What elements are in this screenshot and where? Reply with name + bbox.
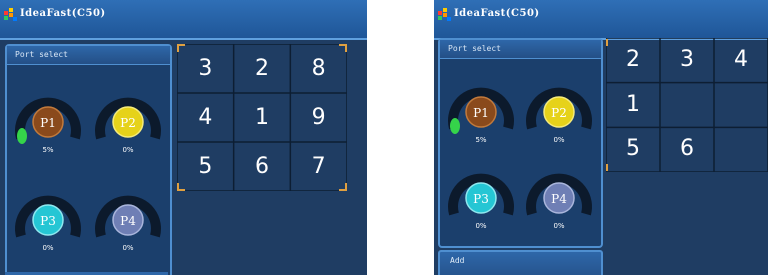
grid-cell[interactable] — [660, 83, 714, 128]
grid-cell[interactable]: 6 — [234, 142, 291, 191]
grid-cell[interactable]: 3 — [177, 44, 234, 93]
grid-cell[interactable]: 2 — [234, 44, 291, 93]
port-gauge-icon: P1 — [15, 97, 81, 144]
grid-cell[interactable]: 8 — [290, 44, 347, 93]
panel-title: Port select — [7, 46, 170, 65]
panel-title: Port select — [440, 40, 601, 59]
port-p1[interactable]: P1 5% — [446, 66, 516, 144]
grid-cell[interactable]: 1 — [234, 93, 291, 142]
window-title: IdeaFast(C50) — [20, 8, 106, 19]
sequence-grid: 234 156 — [606, 38, 768, 172]
port-gauge-icon: P3 — [448, 173, 514, 216]
grid-cell[interactable]: 3 — [660, 38, 714, 83]
svg-text:P1: P1 — [40, 116, 56, 130]
app-logo-icon — [438, 8, 451, 21]
port-gauge-icon: P4 — [95, 195, 161, 238]
port-gauge-icon: P4 — [526, 173, 592, 216]
grid-cell[interactable]: 2 — [606, 38, 660, 83]
port-percent: 0% — [475, 222, 487, 230]
app-logo-icon — [4, 8, 17, 21]
port-p2[interactable]: P2 0% — [93, 76, 163, 154]
sequence-grid: 328 419 567 — [177, 44, 347, 191]
port-percent: 0% — [122, 146, 134, 154]
port-p1[interactable]: P1 5% — [13, 76, 83, 154]
svg-text:P3: P3 — [473, 192, 489, 206]
grid-cell[interactable]: 4 — [714, 38, 768, 83]
screenshot-right: IdeaFast(C50) Port select P1 5% P2 0% P3… — [434, 0, 768, 275]
svg-text:P3: P3 — [40, 214, 56, 228]
port-p4[interactable]: P4 0% — [524, 152, 594, 230]
add-panel[interactable]: Add — [438, 250, 603, 275]
svg-text:P1: P1 — [473, 106, 489, 120]
port-gauge-icon: P3 — [15, 195, 81, 238]
port-percent: 0% — [122, 244, 134, 252]
port-gauge-icon: P2 — [526, 87, 592, 130]
svg-text:P2: P2 — [551, 106, 567, 120]
grid-cell[interactable]: 7 — [290, 142, 347, 191]
port-select-panel: Port select P1 5% P2 0% P3 0% P4 0% — [438, 38, 603, 248]
grid-cell[interactable]: 4 — [177, 93, 234, 142]
grid-cell[interactable] — [714, 127, 768, 172]
level-indicator — [17, 128, 27, 144]
grid-cell[interactable] — [714, 83, 768, 128]
port-p4[interactable]: P4 0% — [93, 174, 163, 252]
svg-text:P2: P2 — [120, 116, 136, 130]
add-label: Add — [450, 256, 465, 265]
grid-cell[interactable]: 1 — [606, 83, 660, 128]
port-percent: 0% — [42, 244, 54, 252]
port-select-panel: Port select P1 5% P2 0% P3 0% P4 0% — [5, 44, 172, 275]
port-percent: 0% — [553, 136, 565, 144]
port-gauge-icon: P1 — [448, 87, 514, 134]
window-title: IdeaFast(C50) — [454, 8, 540, 19]
grid-cell[interactable]: 9 — [290, 93, 347, 142]
port-p3[interactable]: P3 0% — [13, 174, 83, 252]
title-bar: IdeaFast(C50) — [0, 0, 367, 40]
svg-text:P4: P4 — [120, 214, 136, 228]
grid-cell[interactable]: 5 — [606, 127, 660, 172]
title-bar: IdeaFast(C50) — [434, 0, 768, 40]
port-percent: 5% — [475, 136, 487, 144]
svg-text:P4: P4 — [551, 192, 567, 206]
screenshot-left: IdeaFast(C50) Port select P1 5% P2 0% P3… — [0, 0, 367, 275]
grid-cell[interactable]: 6 — [660, 127, 714, 172]
port-p3[interactable]: P3 0% — [446, 152, 516, 230]
grid-cell[interactable]: 5 — [177, 142, 234, 191]
port-gauge-icon: P2 — [95, 97, 161, 140]
level-indicator — [450, 118, 460, 134]
port-percent: 0% — [553, 222, 565, 230]
port-percent: 5% — [42, 146, 54, 154]
port-p2[interactable]: P2 0% — [524, 66, 594, 144]
